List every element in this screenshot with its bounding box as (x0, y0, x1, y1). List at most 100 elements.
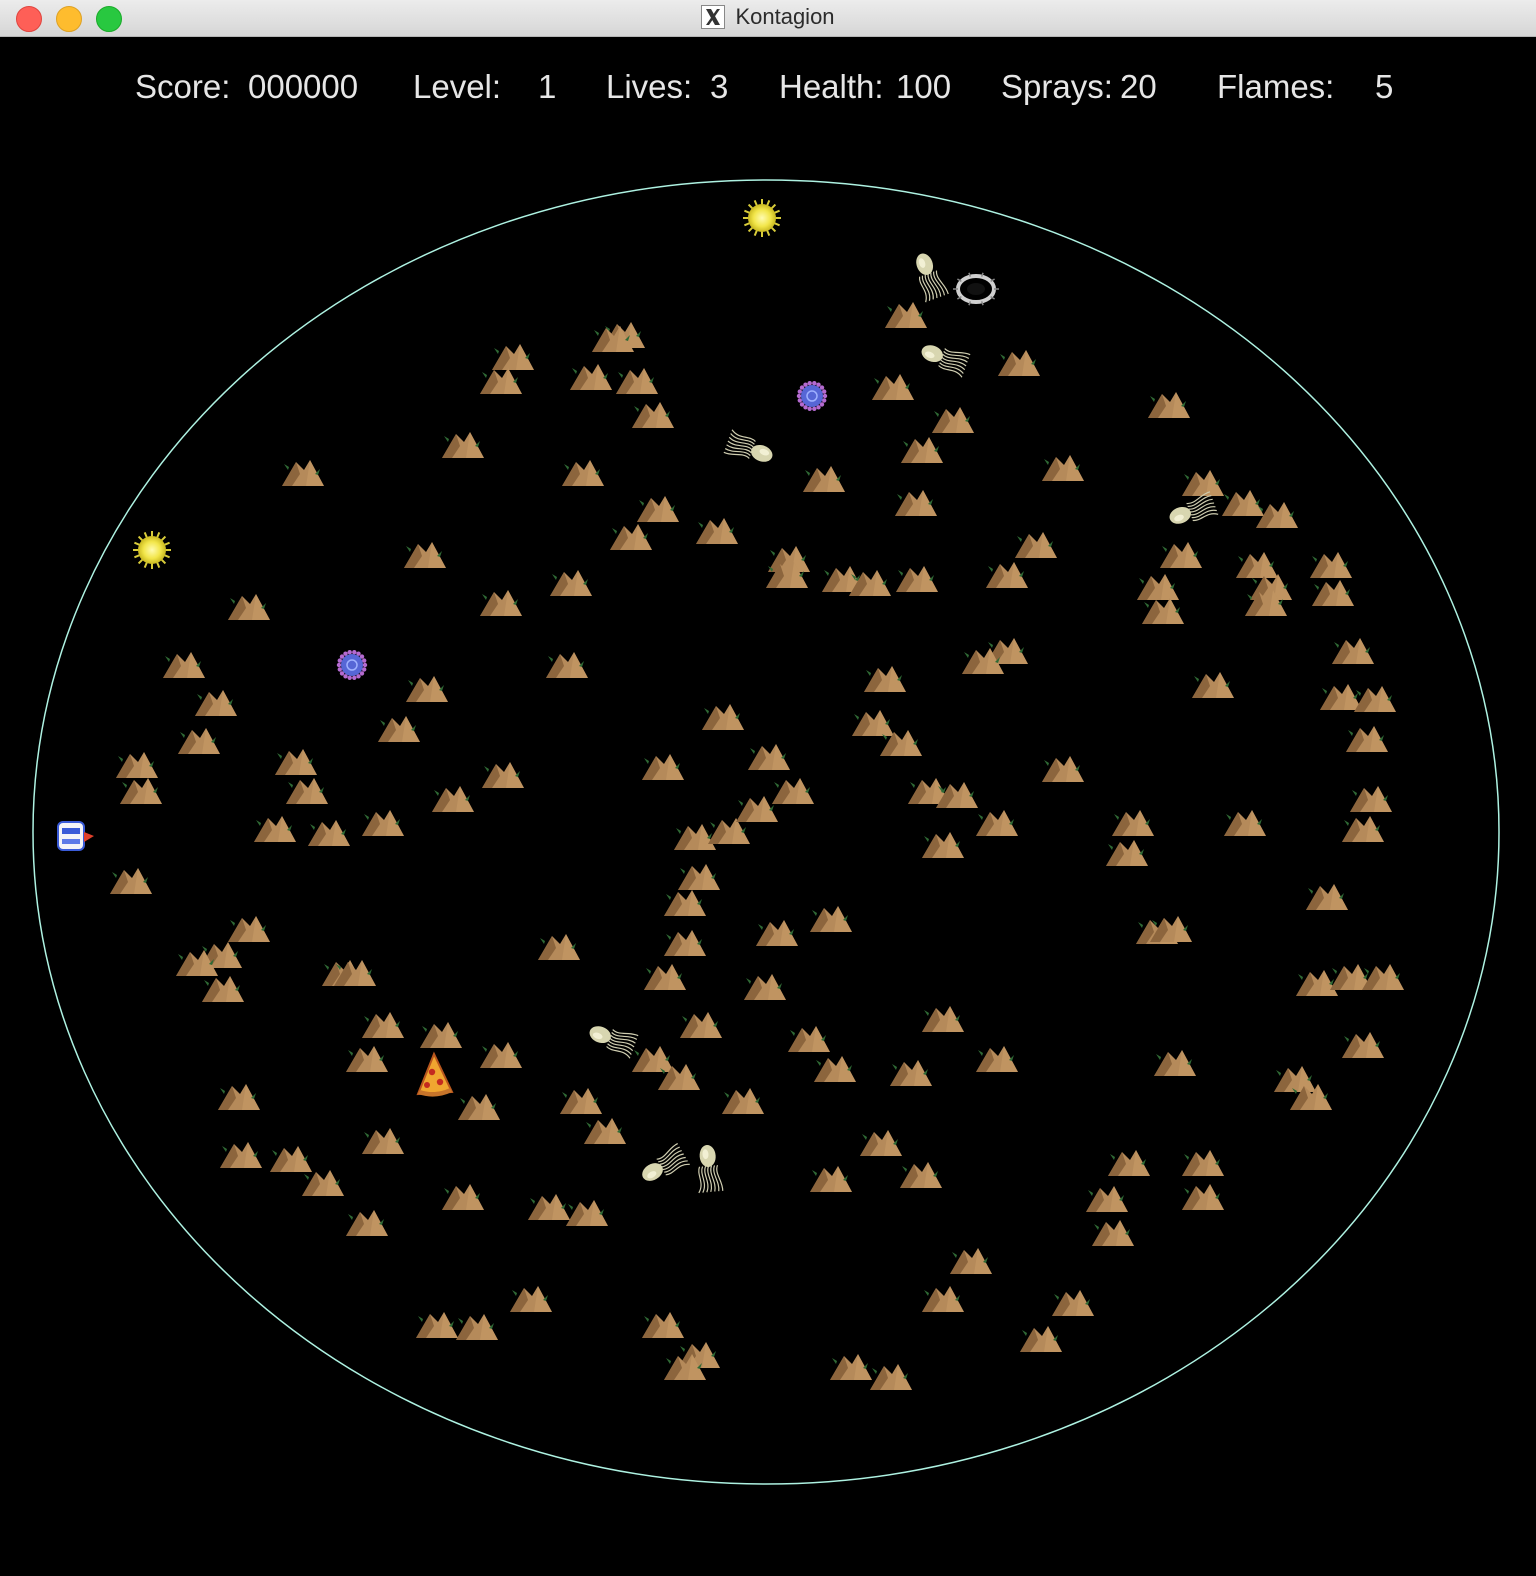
dirt-pile-icon (480, 368, 522, 394)
dirt-pile-icon (1112, 810, 1154, 836)
dirt-pile-icon (1310, 552, 1352, 578)
dirt-pile-icon (510, 1286, 552, 1312)
dirt-pile-icon (1148, 392, 1190, 418)
dirt-pile-icon (632, 1046, 674, 1072)
dirt-pile-icon (772, 778, 814, 804)
dirt-pile-icon (1350, 786, 1392, 812)
e-coli-bacterium-icon (642, 1143, 690, 1181)
dirt-pile-icon (664, 890, 706, 916)
dirt-pile-icon (1154, 1050, 1196, 1076)
dirt-pile-icon (922, 1286, 964, 1312)
dirt-pile-icon (810, 906, 852, 932)
dirt-pile-icon (1092, 1220, 1134, 1246)
dirt-pile-icon (895, 490, 937, 516)
dirt-pile-icon (986, 562, 1028, 588)
dirt-pile-icon (282, 460, 324, 486)
dirt-pile-icon (932, 407, 974, 433)
dirt-pile-icon (275, 749, 317, 775)
fungus-icon (796, 381, 828, 411)
dirt-pile-icon (458, 1094, 500, 1120)
dirt-pile-icon (950, 1248, 992, 1274)
dirt-pile-icon (810, 1166, 852, 1192)
dirt-pile-icon (442, 432, 484, 458)
dirt-pile-icon (432, 786, 474, 812)
dirt-pile-icon (896, 566, 938, 592)
dirt-pile-icon (1142, 598, 1184, 624)
dirt-pile-icon (998, 350, 1040, 376)
fungus-icon (336, 650, 368, 680)
dirt-pile-icon (1320, 684, 1362, 710)
dirt-pile-icon (976, 810, 1018, 836)
dirt-pile-icon (744, 974, 786, 1000)
dirt-pile-icon (538, 934, 580, 960)
dirt-pile-icon (1086, 1186, 1128, 1212)
dirt-pile-icon (546, 652, 588, 678)
dirt-pile-icon (830, 1354, 872, 1380)
dirt-pile-icon (1236, 552, 1278, 578)
dirt-pile-icon (1182, 1150, 1224, 1176)
e-coli-bacterium-icon (1169, 491, 1219, 524)
dirt-pile-icon (406, 676, 448, 702)
dirt-pile-icon (1160, 542, 1202, 568)
dirt-pile-icon (116, 752, 158, 778)
dirt-pile-icon (566, 1200, 608, 1226)
dirt-pile-icon (1224, 810, 1266, 836)
dirt-pile-icon (1354, 686, 1396, 712)
e-coli-bacterium-icon (921, 345, 971, 378)
petri-dish (32, 179, 1500, 1485)
dirt-pile-icon (756, 920, 798, 946)
dirt-pile-icon (1108, 1150, 1150, 1176)
dirt-pile-icon (1342, 816, 1384, 842)
socrates-player-icon[interactable] (57, 821, 94, 851)
dirt-pile-icon (1222, 490, 1264, 516)
window-title: Kontagion (735, 4, 835, 29)
dirt-pile-icon (378, 716, 420, 742)
dirt-pile-icon (1052, 1290, 1094, 1316)
dirt-pile-icon (702, 704, 744, 730)
dirt-pile-icon (482, 762, 524, 788)
dirt-pile-icon (722, 1088, 764, 1114)
title-bar[interactable]: Kontagion (0, 0, 1536, 37)
dirt-pile-icon (644, 964, 686, 990)
dirt-pile-icon (632, 402, 674, 428)
dirt-pile-icon (788, 1026, 830, 1052)
dirt-pile-icon (1312, 580, 1354, 606)
dirt-pile-icon (664, 930, 706, 956)
dirt-pile-icon (528, 1194, 570, 1220)
dirt-pile-icon (1015, 532, 1057, 558)
dirt-pile-icon (404, 542, 446, 568)
dirt-pile-icon (872, 374, 914, 400)
dirt-pile-icon (562, 460, 604, 486)
dirt-pile-icon (480, 1042, 522, 1068)
dirt-pile-icon (1182, 470, 1224, 496)
dirt-pile-icon (346, 1046, 388, 1072)
dirt-pile-icon (416, 1312, 458, 1338)
dirt-pile-icon (420, 1022, 462, 1048)
dirt-pile-icon (674, 824, 716, 850)
dirt-pile-icon (456, 1314, 498, 1340)
pizza-food-icon (416, 1051, 454, 1097)
dirt-pile-icon (814, 1056, 856, 1082)
dirt-pile-icon (1042, 756, 1084, 782)
dirt-pile-icon (346, 1210, 388, 1236)
dirt-pile-icon (110, 868, 152, 894)
dirt-pile-icon (362, 1012, 404, 1038)
dirt-pile-icon (922, 832, 964, 858)
game-window: Kontagion Score: 000000 Level: 1 Lives: … (0, 0, 1536, 1576)
dirt-pile-icon (642, 754, 684, 780)
dirt-pile-icon (870, 1364, 912, 1390)
restore-health-goodie-icon (743, 199, 781, 237)
dirt-pile-icon (163, 652, 205, 678)
dirt-pile-icon (442, 1184, 484, 1210)
e-coli-bacterium-icon (723, 429, 773, 462)
dirt-pile-icon (178, 728, 220, 754)
dirt-pile-icon (584, 1118, 626, 1144)
dirt-pile-icon (1346, 726, 1388, 752)
dirt-pile-icon (860, 1130, 902, 1156)
dirt-pile-icon (1042, 455, 1084, 481)
dirt-pile-icon (678, 864, 720, 890)
e-coli-bacterium-icon (589, 1026, 639, 1059)
dirt-pile-icon (228, 594, 270, 620)
dirt-pile-icon (362, 810, 404, 836)
dirt-pile-icon (1020, 1326, 1062, 1352)
